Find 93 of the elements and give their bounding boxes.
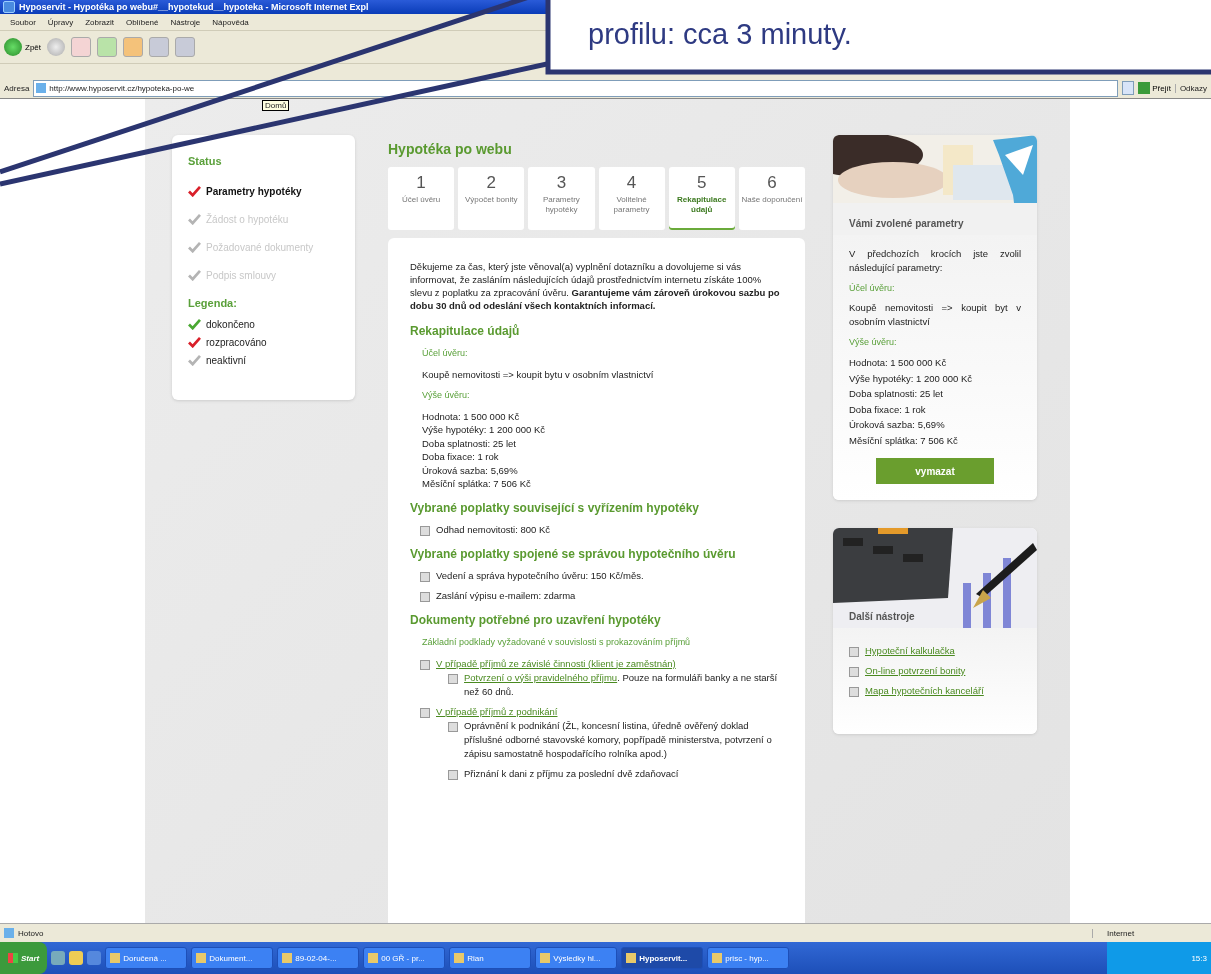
legend-title: Legenda: [188, 297, 238, 309]
field-label: Výše úvěru: [422, 388, 471, 402]
purpose-text: Koupě nemovitosti => koupit byt v osobním vlastnictví [849, 301, 1021, 329]
quick-launch-icon[interactable] [51, 951, 66, 965]
step-status-label: Parametry hypotéky [206, 185, 302, 197]
taskbar-button[interactable]: 89-02-04-... [277, 947, 360, 969]
detail-text: Úroková sazba: 5,69% [422, 463, 519, 477]
taskbar-button[interactable]: Doručená ... [105, 947, 188, 969]
address-label: Adresa [4, 83, 30, 93]
card-title: Další nástroje [849, 611, 915, 622]
step-tab[interactable]: 1 Účel úvěru [388, 167, 455, 230]
detail-text: Doba splatnosti: 25 let [422, 436, 517, 450]
bullet-icon [849, 647, 859, 657]
detail-text: Hodnota: 1 500 000 Kč [422, 409, 521, 423]
section-heading: Dokumenty potřebné pro uzavření hypotéky [410, 612, 662, 627]
section-heading: Vybrané poplatky spojené se správou hypotečního úvěru [410, 546, 737, 561]
step-tab[interactable]: 6 Naše doporučení [738, 167, 806, 230]
list-item-text: Přiznání k dani z příjmu za poslední dvě zdaňovací [464, 766, 679, 781]
status-text: Hotovo [18, 928, 45, 938]
bullet-icon [420, 571, 430, 582]
detail-text: Doba fixace: 1 rok [422, 450, 500, 464]
step-tab[interactable]: 3 Parametry hypotéky [528, 167, 595, 230]
bullet-icon [420, 659, 430, 670]
taskbar-button[interactable]: Rian [449, 947, 532, 969]
bullet-icon [420, 591, 430, 602]
taskbar-button[interactable]: 00 GŘ - pr... [363, 947, 446, 969]
section-heading: Vybrané poplatky související s vyřízením hypotéky [410, 500, 700, 515]
back-button[interactable]: Zpět [4, 38, 41, 56]
list-item-text: Potvrzení o výši pravidelného příjmu. Pouze na formuláři banky a ne starší než 60 dnů. [464, 670, 779, 699]
bullet-icon [448, 721, 458, 732]
menu-item[interactable]: Nástroje [170, 17, 201, 27]
bullet-icon [448, 769, 458, 780]
quick-launch-icon[interactable] [87, 951, 102, 965]
dropdown-icon[interactable] [1122, 81, 1135, 95]
detail-text: Měsíční splátka: 7 506 Kč [849, 433, 959, 448]
detail-text: Doba splatnosti: 25 let [849, 387, 944, 401]
bullet-icon [420, 525, 430, 536]
legend-label: dokončeno [206, 318, 255, 330]
list-item-text: Vedení a správa hypotečního úvěru: 150 Kč/měs. [436, 568, 644, 583]
bullet-icon [849, 667, 859, 677]
callout-text: profilu: cca 3 minuty. [588, 18, 852, 51]
link[interactable]: V případě příjmů z podnikání [436, 705, 558, 717]
detail-text: Hodnota: 1 500 000 Kč [849, 356, 948, 370]
list-item-text: Oprávnění k podnikání (ŽL, koncesní listina, úředně ověřený doklad příslušné odborné stavovské komory, popřípadě ministerstva, potvrzení o zápisu samostatně hospodařícího rolníka apod.) [464, 718, 773, 761]
section-heading: Rekapitulace údajů [410, 324, 521, 338]
link[interactable]: V případě příjmů ze závislé činnosti (klient je zaměstnán) [436, 657, 676, 669]
menu-item[interactable]: Oblíbené [126, 17, 159, 27]
bullet-icon [849, 687, 859, 697]
detail-text: Měsíční splátka: 7 506 Kč [422, 477, 532, 491]
field-label: Základní podklady vyžadované v souvislosti s prokazováním příjmů [422, 635, 692, 649]
quick-launch-icon[interactable] [69, 951, 84, 965]
parameters-intro: V předchozích krocích jste zvolil následující parametry: [849, 247, 1021, 275]
menu-item[interactable]: Soubor [10, 17, 36, 27]
list-item-text: Odhad nemovitosti: 800 Kč [436, 522, 551, 537]
field-label: Účel úvěru: [422, 347, 469, 360]
menu-item[interactable]: Úpravy [47, 17, 74, 27]
field-label: Účel úvěru: [849, 283, 896, 293]
taskbar-button[interactable]: Dokument... [191, 947, 274, 969]
step-tab[interactable]: 2 Výpočet bonity [458, 167, 525, 230]
legend-label: neaktivní [206, 354, 247, 366]
intro-paragraph: Děkujeme za čas, který jste věnoval(a) vyplnění dotazníku a dovolujeme si vás informovat, že zasláním následujících údajů prostřednictvím internetu získáte 100% slevu z poplatku za zpracování úvěru. Garantujeme vám zároveň úrokovou sazbu po dobu 30 dnů od odeslání všech kontaktních informací. [410, 260, 781, 312]
legend-label: rozpracováno [206, 336, 267, 348]
taskbar-button[interactable]: prisc - hyp... [707, 947, 790, 969]
bullet-icon [448, 673, 458, 684]
links-button[interactable]: Odkazy [1174, 83, 1207, 93]
tool-link[interactable]: Hypoteční kalkulačka [865, 644, 955, 658]
start-button[interactable]: Start [0, 942, 48, 974]
detail-text: Koupě nemovitosti => koupit bytu v osobním vlastnictví [422, 368, 655, 382]
menu-item[interactable]: Nápověda [212, 17, 249, 27]
clock: 15:3 [1191, 953, 1207, 963]
address-field[interactable]: http://www.hyposervit.cz/hypoteka-po-we [33, 79, 1119, 97]
step-tab[interactable]: 5 Rekapitulace údajů [668, 167, 735, 230]
page-icon [4, 928, 14, 938]
window-title: Hyposervit - Hypotéka po webu#__hypotekud__hypoteka - Microsoft Internet Expl [19, 2, 369, 12]
browser-icon [3, 1, 15, 13]
list-item-text: Zaslání výpisu e-mailem: zdarma [436, 588, 576, 603]
go-button[interactable]: Přejít [1138, 82, 1171, 94]
status-title: Status [188, 155, 223, 167]
page-title: Hypotéka po webu [388, 141, 513, 157]
detail-text: Doba fixace: 1 rok [849, 402, 927, 417]
taskbar-button[interactable]: Výsledky hl... [535, 947, 618, 969]
detail-text: Výše hypotéky: 1 200 000 Kč [422, 423, 547, 437]
step-tab[interactable]: 4 Volitelné parametry [598, 167, 665, 230]
detail-text: Úroková sazba: 5,69% [849, 418, 946, 432]
tool-link[interactable]: Mapa hypotečních kanceláří [865, 684, 984, 698]
bullet-icon [420, 707, 430, 718]
zone-text: Internet [1092, 928, 1207, 938]
detail-text: Výše hypotéky: 1 200 000 Kč [849, 371, 974, 386]
taskbar-button[interactable]: Hyposervit... [621, 947, 704, 969]
tool-link[interactable]: On-line potvrzení bonity [865, 664, 966, 678]
field-label: Výše úvěru: [849, 337, 898, 347]
card-title: Vámi zvolené parametry [849, 218, 964, 229]
menu-item[interactable]: Zobrazit [85, 17, 115, 27]
